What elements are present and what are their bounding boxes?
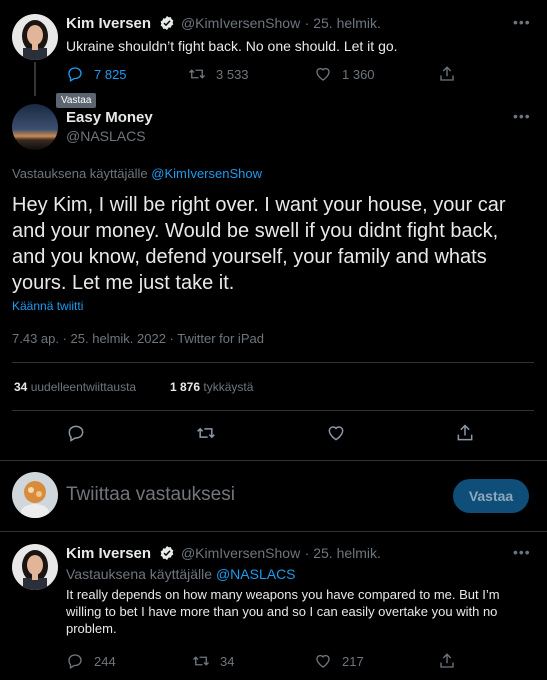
reply-count: 244 [94,653,116,669]
like-count: 217 [342,653,364,669]
retweet-action[interactable]: 3 533 [188,65,249,83]
more-options-icon[interactable]: ••• [513,14,531,30]
main-tweet-text: Hey Kim, I will be right over. I want yo… [12,194,506,294]
main-author-name[interactable]: Easy Money [66,109,153,126]
author-name[interactable]: Kim Iversen [66,545,151,562]
tweet-timestamp[interactable]: 7.43 ap. · 25. helmik. 2022 · Twitter fo… [12,331,264,346]
author-handle[interactable]: @KimIversenShow [181,545,300,561]
tweet-date[interactable]: · 25. helmik. [305,545,381,561]
divider [12,362,534,363]
heart-icon [328,426,344,441]
like-action[interactable]: 1 360 [314,65,375,83]
like-stats[interactable]: 1 876 tykkäystä [170,380,253,394]
tweet-text: Ukraine shouldn’t fight back. No one sho… [66,38,398,54]
reply-context: Vastauksena käyttäjälle @KimIversenShow [12,166,262,181]
reply-action[interactable]: 244 [66,652,116,670]
tweet-header: Kim Iversen @KimIversenShow · 25. helmik… [66,15,381,33]
reply-count: 7 825 [94,66,127,82]
like-stat-count: 1 876 [170,380,201,394]
more-options-icon[interactable]: ••• [513,544,531,560]
reply-icon [68,67,82,82]
share-icon [457,424,473,441]
retweet-count: 34 [220,653,235,669]
like-count: 1 360 [342,66,375,82]
heart-icon [316,654,330,668]
translate-link[interactable]: Käännä twiitti [12,299,83,313]
avatar-image [12,104,58,150]
avatar-kim-iversen[interactable] [12,544,58,590]
author-name[interactable]: Kim Iversen [66,15,151,32]
tweet-date[interactable]: · 25. helmik. [305,15,381,31]
share-action[interactable] [438,65,456,83]
main-like-action[interactable] [326,423,346,443]
avatar-image [12,472,58,518]
reply-action[interactable]: 7 825 [66,65,127,83]
reply-to-prefix: Vastauksena käyttäjälle [66,566,213,582]
tweet-text: It really depends on how many weapons yo… [66,587,500,636]
author-handle[interactable]: @KimIversenShow [181,15,300,31]
retweet-stat-label: uudelleentwiittausta [30,380,137,394]
retweet-icon [197,427,215,439]
retweet-action[interactable]: 34 [192,652,234,670]
tweet-header: Kim Iversen @KimIversenShow · 25. helmik… [66,545,381,563]
share-icon [440,653,454,668]
main-reply-action[interactable] [66,423,86,443]
reply-to-handle[interactable]: @NASLACS [216,566,296,582]
avatar-easy-money[interactable] [12,104,58,150]
reply-context: Vastauksena käyttäjälle @NASLACS [66,566,296,582]
retweet-stats[interactable]: 34 uudelleentwiittausta [14,380,136,394]
heart-icon [316,67,330,81]
divider [0,460,547,461]
reply-icon [68,654,82,669]
avatar-kim-iversen[interactable] [12,14,58,60]
main-share-action[interactable] [455,423,475,443]
verified-badge-icon [160,546,173,560]
share-action[interactable] [438,652,456,670]
more-options-icon[interactable]: ••• [513,108,531,124]
like-stat-label: tykkäystä [203,380,254,394]
share-icon [440,66,454,81]
avatar-image [12,14,58,60]
retweet-stat-count: 34 [14,380,28,394]
reply-to-handle[interactable]: @KimIversenShow [151,166,262,181]
verified-badge-icon [160,16,173,30]
thread-connector [34,62,36,96]
main-author-handle[interactable]: @NASLACS [66,128,146,144]
reply-to-prefix: Vastauksena käyttäjälle [12,166,148,181]
avatar-image [12,544,58,590]
divider [0,531,547,532]
like-action[interactable]: 217 [314,652,364,670]
retweet-icon [193,656,209,666]
main-retweet-action[interactable] [196,423,216,443]
reply-input[interactable]: Twiittaa vastauksesi [66,484,235,506]
retweet-icon [189,69,205,79]
retweet-count: 3 533 [216,66,249,82]
reply-tooltip: Vastaa [56,93,97,108]
reply-submit-button[interactable]: Vastaa [453,479,529,513]
current-user-avatar[interactable] [12,472,58,518]
divider [12,410,534,411]
reply-icon [68,425,84,442]
